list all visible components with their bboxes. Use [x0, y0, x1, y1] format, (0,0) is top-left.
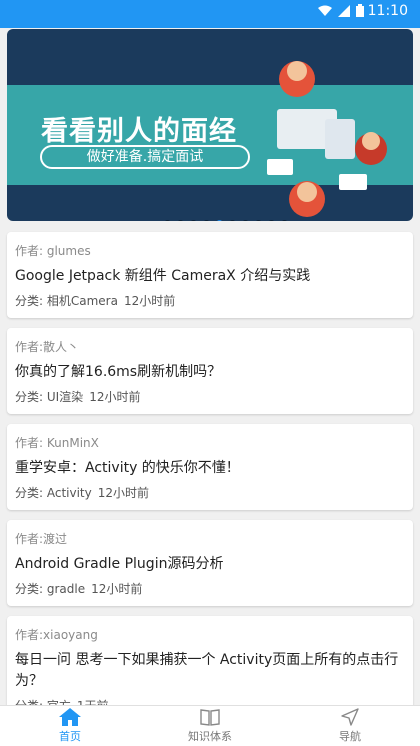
wifi-icon: [318, 5, 332, 16]
nav-label-knowledge: 知识体系: [188, 730, 232, 743]
article-time: 12小时前: [123, 294, 176, 308]
article-time: 12小时前: [97, 486, 150, 500]
banner-dot: [242, 220, 249, 221]
article-author: 作者:散人丶: [15, 340, 80, 354]
nav-item-navigation[interactable]: 导航: [280, 706, 420, 746]
status-time: 11:10: [367, 3, 408, 19]
navigation-icon: [341, 708, 359, 726]
article-meta: 分类: UI渲染 12小时前: [15, 388, 405, 406]
banner-dot: [177, 220, 184, 221]
banner-dot: [255, 220, 262, 221]
banner-dot: [190, 220, 197, 221]
article-author: 作者:渡过: [15, 532, 68, 546]
article-time: 12小时前: [91, 582, 143, 596]
banner-carousel[interactable]: 看看别人的面经 做好准备.搞定面试: [7, 29, 413, 221]
nav-item-knowledge[interactable]: 知识体系: [140, 706, 280, 746]
signal-icon: [338, 4, 350, 17]
article-author: 作者:xiaoyang: [15, 628, 98, 642]
article-title: Google Jetpack 新组件 CameraX 介绍与实践: [15, 268, 311, 284]
article-meta: 分类: Activity 12小时前: [15, 484, 405, 502]
article-title: 你真的了解16.6ms刷新机制吗？: [15, 364, 222, 380]
article-title: 重学安卓：Activity 的快乐你不懂！: [15, 460, 240, 476]
banner-title: 看看别人的面经: [41, 116, 237, 147]
banner-dot: [164, 220, 171, 221]
banner-dot: [281, 220, 288, 221]
article-card[interactable]: 作者: KunMinX 重学安卓：Activity 的快乐你不懂！ 分类: Acti…: [7, 424, 413, 510]
battery-icon: [356, 4, 364, 17]
article-category[interactable]: 分类: UI渲染: [15, 390, 83, 404]
nav-label-home: 首页: [59, 730, 81, 743]
book-icon: [200, 709, 220, 726]
banner-dot-active: [216, 220, 223, 221]
home-icon: [59, 708, 81, 726]
banner-subtitle: 做好准备.搞定面试: [40, 145, 250, 169]
bottom-nav: 首页 知识体系 导航: [0, 705, 420, 746]
nav-item-home[interactable]: 首页: [0, 706, 140, 746]
article-title: 每日一问 思考一下如果捕获一个 Activity页面上所有的点击行为？: [15, 652, 399, 689]
banner-dot: [268, 220, 275, 221]
article-author: 作者: KunMinX: [15, 436, 99, 450]
status-bar: 11:10: [0, 0, 420, 24]
banner-dot: [229, 220, 236, 221]
article-category[interactable]: 分类: gradle: [15, 582, 85, 596]
status-icons: [318, 4, 364, 17]
nav-label-navigation: 导航: [339, 730, 361, 743]
article-card[interactable]: 作者: glumes Google Jetpack 新组件 CameraX 介绍与…: [7, 232, 413, 318]
article-meta: 分类: gradle 12小时前: [15, 580, 405, 598]
article-list: 作者: glumes Google Jetpack 新组件 CameraX 介绍与…: [7, 232, 413, 746]
article-category[interactable]: 分类: 相机Camera: [15, 294, 118, 308]
banner-dot: [203, 220, 210, 221]
banner-indicator: [164, 220, 288, 221]
app-bar: [0, 24, 420, 28]
article-time: 12小时前: [89, 390, 141, 404]
article-author: 作者: glumes: [15, 244, 91, 258]
article-title: Android Gradle Plugin源码分析: [15, 556, 224, 572]
article-card[interactable]: 作者:渡过 Android Gradle Plugin源码分析 分类: gradle…: [7, 520, 413, 606]
article-category[interactable]: 分类: Activity: [15, 486, 92, 500]
banner-illustration: [267, 61, 387, 217]
article-card[interactable]: 作者:散人丶你真的了解16.6ms刷新机制吗？ 分类: UI渲染 12小时前: [7, 328, 413, 414]
article-meta: 分类: 相机Camera 12小时前: [15, 292, 405, 310]
